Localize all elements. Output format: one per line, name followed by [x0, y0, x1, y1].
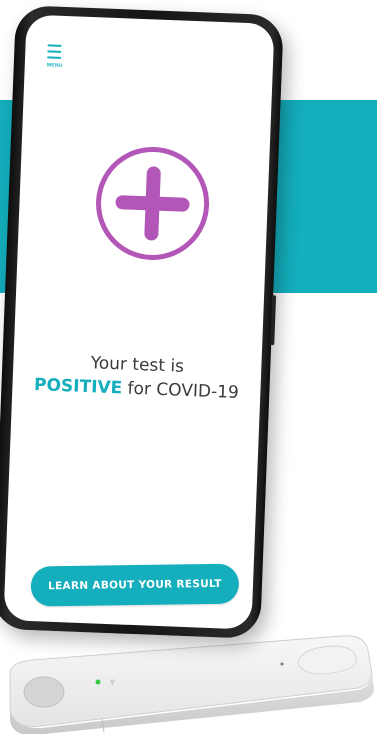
- smartphone: MENU Your test is POSITIVE for COVID-19 …: [0, 5, 284, 639]
- phone-side-button: [270, 295, 277, 346]
- svg-text:⚲: ⚲: [110, 679, 114, 686]
- phone-screen: MENU Your test is POSITIVE for COVID-19 …: [3, 14, 275, 630]
- plus-circle-icon: [96, 146, 210, 260]
- menu-button[interactable]: MENU: [43, 40, 66, 75]
- learn-about-result-button[interactable]: LEARN ABOUT YOUR RESULT: [30, 563, 240, 607]
- menu-label: MENU: [46, 62, 63, 69]
- result-suffix: for COVID-19: [121, 378, 240, 403]
- result-status: POSITIVE: [33, 375, 123, 399]
- test-kit-device: ⚲: [9, 635, 374, 734]
- result-message: Your test is POSITIVE for COVID-19: [12, 348, 262, 405]
- product-scene: ⚲ MENU Your test is POSITIVE for COVID-1…: [0, 0, 377, 734]
